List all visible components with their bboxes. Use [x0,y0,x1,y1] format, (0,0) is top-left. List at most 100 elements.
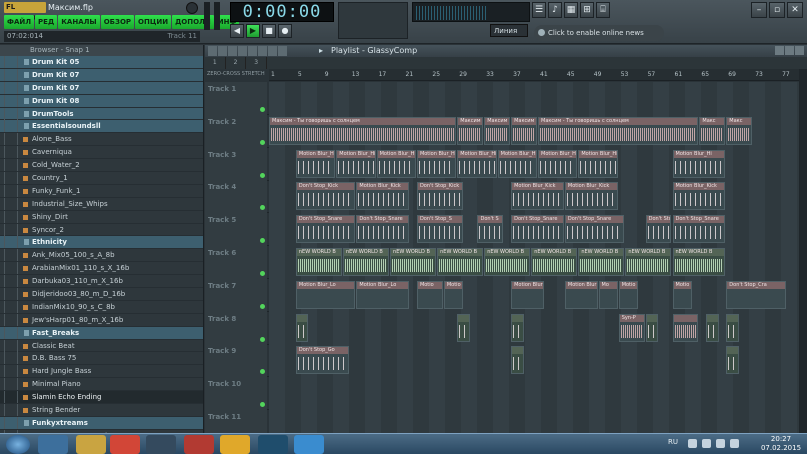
track-lane[interactable]: Syn-P [269,311,807,345]
track-header[interactable]: Track 6 [205,246,267,279]
track-mute-led[interactable] [260,336,265,342]
track-mute-led[interactable] [260,271,265,276]
browser-file[interactable]: ArabianMix01_110_s_X_16b [0,262,203,276]
browser-folder[interactable]: DrumTools [0,107,203,121]
minimize-icon[interactable] [775,46,784,55]
volume-icon[interactable] [730,439,739,448]
browser-file[interactable]: IndianMix10_90_s_C_8b [0,300,203,314]
fl-studio-icon[interactable] [220,435,250,454]
browser-folder[interactable]: Drum Kit 08 [0,94,203,108]
zero-cross-stretch[interactable]: ZERO-CROSS STRETCH [207,69,269,79]
track-lane[interactable] [269,82,807,115]
browser-folder[interactable]: Drum Kit 05 [0,56,203,69]
delete-tool-icon[interactable] [228,46,237,56]
rewind-button[interactable]: ◀ [230,24,244,38]
audio-clip[interactable]: nEW WORLD B [484,248,531,276]
audio-clip[interactable]: Motion Blur_Kick [672,182,726,211]
mixer-icon[interactable]: ⊞ [580,2,594,18]
vertical-scrollbar[interactable] [799,69,807,433]
zoom-tool-icon[interactable] [268,46,277,56]
audio-clip[interactable]: Motion Blur_Lo [295,280,356,309]
audio-clip[interactable]: Motio [672,280,692,309]
browser-file[interactable]: Industrial_Size_Whips [0,197,203,211]
browser-file[interactable]: Funky_Funk_1 [0,184,203,198]
audio-clip[interactable]: Максим [511,116,537,145]
audio-clip[interactable] [457,313,470,342]
pattern-selector[interactable] [186,2,198,14]
audio-clip[interactable]: Motion Blur_Kick [511,182,564,211]
audio-clip[interactable] [706,313,719,342]
browser-file[interactable]: Hard Jungle Bass [0,365,203,379]
menu-item[interactable]: ОПЦИИ [135,15,172,29]
select-tool-icon[interactable] [258,46,267,56]
track-header[interactable]: Track 10 [205,377,267,411]
audio-clip[interactable]: Mo [598,280,618,309]
browser-folder[interactable]: Essentialsoundsll [0,120,203,134]
track-header[interactable]: Track 9 [205,344,267,378]
track-lane[interactable]: Максим - Ты говоришь с солнцем Максим Макс… [269,114,807,148]
browser-file[interactable]: Shiny_Dirt [0,210,203,224]
track-mute-led[interactable] [260,402,265,408]
audio-clip[interactable]: Don't Stop_Snare [564,215,625,244]
tray-icon[interactable] [702,439,711,448]
audio-clip[interactable]: Максим - Ты говоришь с солнцем [269,116,457,145]
piano-roll-icon[interactable]: ♪ [548,2,562,18]
browser-folder[interactable]: Drum Kit 07 [0,68,203,82]
audio-clip[interactable]: Motion Blur_Hi [538,149,578,178]
timeline-ruler[interactable]: 1 5 9 13 17 21 25 29 33 37 41 45 49 53 57 61 65 69 73 77 [269,69,807,81]
stop-button[interactable]: ■ [262,24,276,38]
language-indicator[interactable]: RU [668,438,678,446]
audio-clip[interactable]: Максим [457,116,484,145]
maximize-icon[interactable] [785,46,794,55]
audio-clip[interactable]: Максим [484,116,511,145]
browser-folder[interactable]: Drum Kit 07 [0,81,203,95]
track-mute-led[interactable] [260,172,265,178]
audio-clip[interactable]: Don't Stop_Go [295,346,349,375]
audio-clip[interactable] [511,313,524,342]
menu-item[interactable]: КАНАЛЫ [58,15,100,29]
audio-clip[interactable]: Don't Stop_Snare [295,215,356,244]
minimize-icon[interactable]: – [751,2,767,18]
audio-clip[interactable]: Максим - Ты говоришь с солнцем [538,116,699,145]
audio-clip[interactable]: Motion Blur [511,280,544,309]
record-button[interactable]: ● [278,24,292,38]
audio-clip[interactable]: Don't Stop_Kick [416,182,463,211]
audio-clip[interactable]: Motion Blur_Hi [578,149,618,178]
browser-file[interactable]: Alone_Bass [0,133,203,147]
track-mute-led[interactable] [260,107,265,112]
audio-clip[interactable]: Motion Blur_Hi [416,149,457,178]
audio-clip[interactable]: Don't Stop_Snare [356,215,410,244]
track-mute-led[interactable] [260,369,265,375]
tray-icon[interactable] [688,439,697,448]
audition-icon[interactable] [258,435,288,454]
browser-file[interactable]: Minimal Piano [0,378,203,392]
audio-clip[interactable]: Motion Blur_Hi [672,149,726,178]
menu-item[interactable]: РЕД [35,15,58,29]
audio-clip[interactable]: Don't Stop_Snare [645,215,672,244]
audio-clip[interactable]: nEW WORLD B [531,248,578,276]
audio-clip[interactable] [295,313,309,342]
audio-clip[interactable]: nEW WORLD B [342,248,390,276]
browser-file[interactable]: Didjeridoo03_80_m_D_16b [0,288,203,301]
browser-folder[interactable]: Ethnicity [0,236,203,250]
track-mute-led[interactable] [260,139,265,145]
track-mute-led[interactable] [260,205,265,211]
close-icon[interactable]: ✕ [787,2,803,18]
audio-clip[interactable]: nEW WORLD B [672,248,726,276]
browser-file[interactable]: Cold_Water_2 [0,159,203,173]
audio-clip[interactable]: Motion Blur_Hi [295,149,336,178]
track-lane[interactable] [269,377,807,411]
audio-clip[interactable] [511,346,524,375]
audio-clip[interactable]: nEW WORLD B [625,248,672,276]
ie-icon[interactable] [38,435,68,454]
track-mute-led[interactable] [260,238,265,244]
track-header[interactable]: Track 7 [205,278,267,312]
browser-folder[interactable]: Funkyxtreams [0,416,203,430]
browser-file[interactable]: Classic Beat [0,339,203,353]
draw-tool-icon[interactable] [208,46,217,56]
audio-clip[interactable]: Don't Stop_Snare [511,215,564,244]
time-display[interactable]: 0:00:00 [230,2,334,22]
pattern-tab[interactable]: 1 [205,57,226,69]
menu-item[interactable]: ФАЙЛ [4,15,35,29]
audio-clip[interactable]: Don't Stop_Cra [726,280,786,309]
